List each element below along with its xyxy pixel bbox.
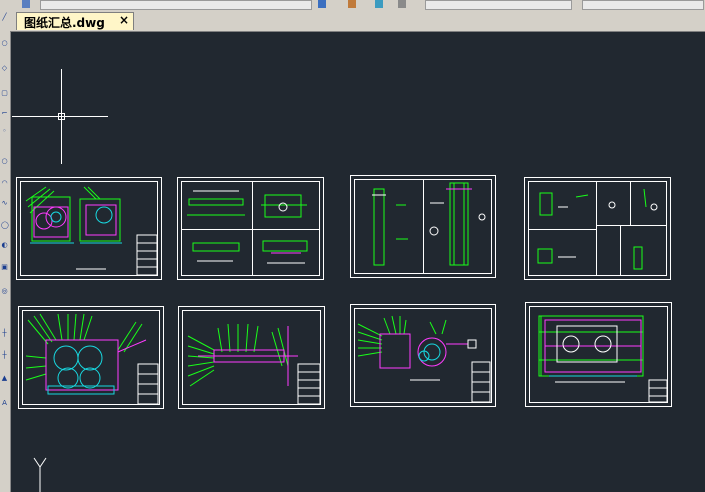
crosshair-cursor (12, 69, 108, 164)
region-tool-icon[interactable]: ▲ (1, 375, 8, 382)
hatch-tool-icon[interactable]: ┼ (1, 352, 8, 359)
document-tab-title: 图纸汇总.dwg (24, 16, 105, 30)
drawing-sheet-2[interactable] (177, 177, 324, 280)
drawing-canvas[interactable]: Y (10, 31, 705, 492)
point-tool-icon[interactable]: ┼ (1, 330, 8, 337)
drawing-sheet-6[interactable] (178, 306, 325, 409)
ellipse-tool-icon[interactable]: ◯ (1, 222, 9, 229)
document-tab-bar: 图纸汇总.dwg × (10, 10, 705, 32)
make-block-icon[interactable]: ◎ (1, 288, 8, 295)
toolbar-combo[interactable] (40, 0, 312, 10)
polygon-tool-icon[interactable]: ▢ (1, 90, 8, 97)
construction-line-icon[interactable]: ○ (1, 40, 8, 47)
document-tab[interactable]: 图纸汇总.dwg × (16, 12, 134, 30)
revcloud-tool-icon[interactable]: ◠ (1, 180, 8, 187)
ellipse-arc-tool-icon[interactable]: ◐ (1, 242, 8, 249)
drawing-sheet-3[interactable] (350, 175, 496, 278)
arc-tool-icon[interactable]: ◦ (1, 128, 8, 135)
rectangle-tool-icon[interactable]: ⌐ (1, 110, 8, 117)
toolbar-icon[interactable] (375, 0, 383, 8)
toolbar-icon[interactable] (348, 0, 356, 8)
close-icon[interactable]: × (119, 13, 129, 27)
spline-tool-icon[interactable]: ∿ (1, 200, 8, 207)
drawing-sheet-7[interactable] (350, 304, 496, 407)
line-tool-icon[interactable]: ╱ (1, 14, 8, 21)
insert-block-icon[interactable]: ▣ (1, 264, 8, 271)
linetype-combo[interactable] (582, 0, 704, 10)
drawing-sheet-4[interactable] (524, 177, 671, 280)
drawing-sheet-1[interactable] (16, 177, 162, 280)
toolbar-icon[interactable] (318, 0, 326, 8)
layer-combo[interactable] (425, 0, 572, 10)
circle-tool-icon[interactable]: ○ (1, 158, 8, 165)
drawing-sheet-5[interactable] (18, 306, 164, 409)
toolbar-icon[interactable] (22, 0, 30, 8)
ucs-icon (33, 457, 47, 492)
text-tool-icon[interactable]: A (1, 400, 8, 407)
toolbar-icon[interactable] (398, 0, 406, 8)
polyline-tool-icon[interactable]: ◇ (1, 65, 8, 72)
drawing-sheet-8[interactable] (525, 302, 672, 407)
